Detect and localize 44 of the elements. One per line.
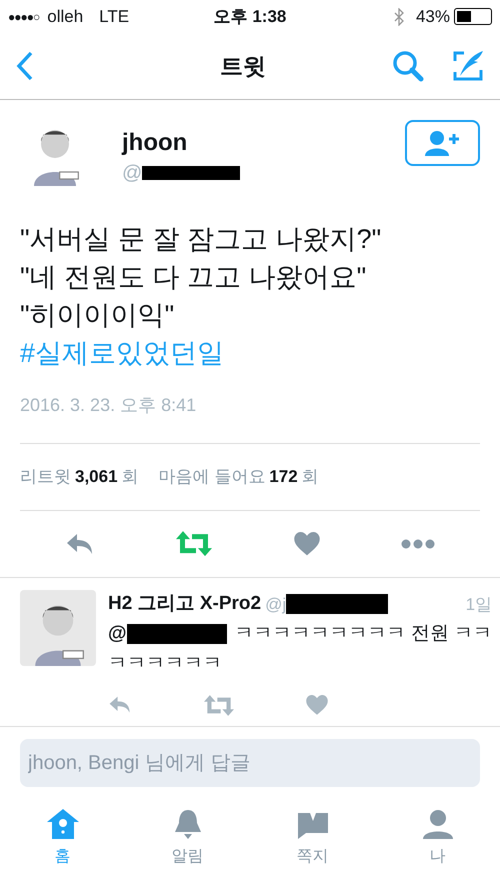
stat-count[interactable]: 3,061 <box>75 464 118 490</box>
stat-label: 마음에 들어요 <box>158 466 266 488</box>
search-icon[interactable] <box>392 50 424 82</box>
stat-label: 리트윗 <box>20 466 71 488</box>
heart-icon[interactable] <box>306 695 328 715</box>
clock-time: 오후 1:38 <box>214 6 286 28</box>
reply-text-line: ㅋㅋㅋㅋㅋㅋㅋㅋㅋ 전원 ㅋㅋ <box>234 622 492 646</box>
birdhouse-icon <box>46 807 80 841</box>
follow-button[interactable] <box>405 120 480 166</box>
stat-count[interactable]: 172 <box>269 464 298 490</box>
network-type: LTE <box>99 6 130 28</box>
tweet-text-line: "서버실 문 잘 잠그고 나왔지?" <box>20 223 382 256</box>
compose-icon[interactable] <box>452 50 484 82</box>
reply-icon[interactable] <box>64 532 95 556</box>
heart-icon[interactable] <box>294 532 320 556</box>
tab-bar-item[interactable]: 홈 <box>18 807 108 869</box>
tweet-text-line: "네 전원도 다 끄고 나왔어요" <box>20 261 368 294</box>
more-icon[interactable] <box>401 539 436 549</box>
signal-indicator: ●●●●○ <box>8 8 40 26</box>
person-icon <box>420 807 454 841</box>
user-handle: @ <box>122 161 142 186</box>
reply-text-line: ㅋㅋㅋㅋㅋㅋ <box>108 652 223 676</box>
mention-at: @ <box>108 622 127 646</box>
page-title: 트윗 <box>220 52 266 81</box>
hashtag-link[interactable]: #실제로있었던일 <box>20 334 480 372</box>
stat-unit: 회 <box>122 466 139 488</box>
reply-time: 1일 <box>466 594 492 616</box>
tweet-text-line: "히이이이익" <box>20 299 176 332</box>
tab-bar-item[interactable]: 쪽지 <box>268 807 358 869</box>
bluetooth-icon <box>394 8 404 26</box>
back-icon[interactable] <box>16 51 34 81</box>
add-person-icon <box>424 130 462 156</box>
tab-bar-item[interactable]: 나 <box>392 807 482 869</box>
carrier-name: olleh <box>47 6 84 28</box>
user-name: jhoon <box>122 128 188 158</box>
stat-unit: 회 <box>302 466 319 488</box>
reply-author-name: H2 그리고 X-Pro2 <box>108 592 262 616</box>
reply-icon[interactable] <box>108 695 132 715</box>
retweet-icon[interactable] <box>176 531 212 557</box>
battery-percent: 43% <box>416 6 450 28</box>
tweet-date: 2016. 3. 23. 오후 8:41 <box>20 394 198 417</box>
retweet-icon[interactable] <box>204 694 234 716</box>
reply-author-handle: @j <box>265 594 286 616</box>
tab-bar-item[interactable]: 알림 <box>142 807 232 869</box>
